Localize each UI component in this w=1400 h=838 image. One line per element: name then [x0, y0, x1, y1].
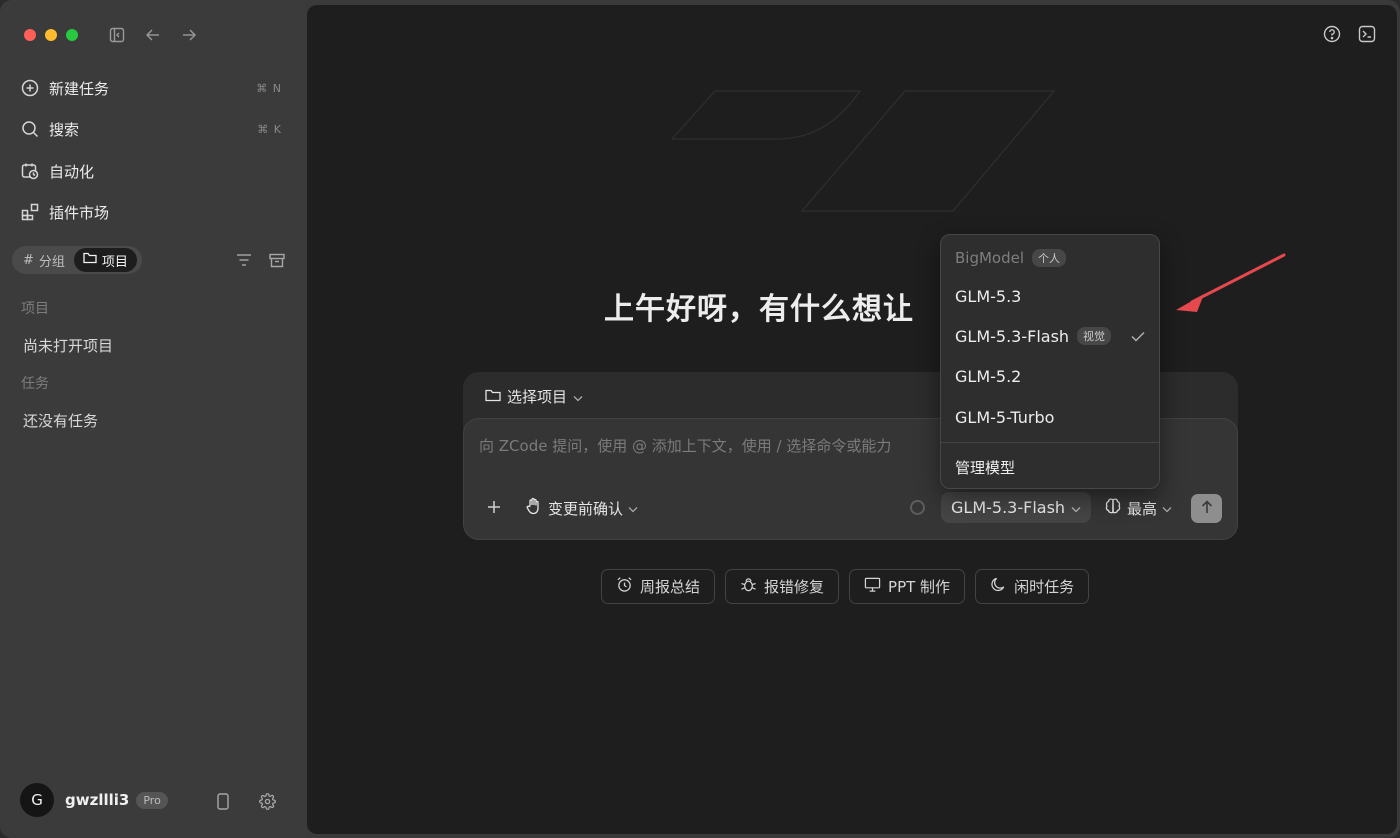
quick-action-weekly-report[interactable]: 周报总结	[601, 569, 716, 604]
tasks-empty-text: 还没有任务	[23, 412, 99, 430]
quick-action-idle-task[interactable]: 闲时任务	[975, 569, 1090, 604]
chevron-down-icon	[628, 499, 638, 517]
model-option[interactable]: GLM-5.2	[955, 362, 1147, 390]
new-task-button[interactable]: 新建任务 ⌘ N	[20, 72, 286, 104]
manage-models-button[interactable]: 管理模型	[955, 453, 1147, 481]
model-option-selected[interactable]: GLM-5.3-Flash 视觉	[955, 322, 1147, 350]
folder-icon	[485, 388, 501, 406]
chip-label: 周报总结	[640, 578, 701, 596]
zoom-window-button[interactable]	[66, 29, 78, 41]
grid-plus-icon	[20, 202, 40, 222]
hand-icon	[525, 497, 543, 519]
model-option-label: GLM-5.3-Flash	[955, 326, 1070, 346]
model-selector-label: GLM-5.3-Flash	[951, 498, 1066, 517]
context-usage-ring[interactable]	[910, 500, 925, 515]
segment-label: 项目	[101, 254, 128, 270]
model-option[interactable]: GLM-5.3	[955, 282, 1147, 310]
folder-icon	[83, 252, 97, 268]
help-icon[interactable]	[1321, 23, 1343, 45]
confirm-mode-label: 变更前确认	[548, 499, 624, 518]
chip-label: PPT 制作	[888, 578, 951, 596]
user-profile[interactable]: G gwzllli3 Pro	[20, 783, 168, 817]
reasoning-level-label: 最高	[1127, 499, 1158, 518]
chip-label: 闲时任务	[1014, 578, 1075, 596]
zcode-logo-watermark	[670, 90, 1056, 212]
username: gwzllli3	[65, 791, 130, 809]
manage-models-label: 管理模型	[955, 458, 1016, 477]
calendar-clock-icon	[20, 161, 40, 181]
model-dropdown: BigModel 个人 GLM-5.3 GLM-5.3-Flash 视觉 GLM…	[940, 234, 1160, 489]
project-selector-label: 选择项目	[507, 388, 568, 406]
checkmark-icon	[1131, 327, 1145, 346]
avatar: G	[20, 783, 54, 817]
back-arrow-icon[interactable]	[142, 24, 164, 46]
brain-icon	[1104, 497, 1122, 519]
projects-section-title: 项目	[21, 301, 49, 317]
app-window: 新建任务 ⌘ N 搜索 ⌘ K 自动化 插件市场 # 分组 项目 项目 尚未打开…	[0, 0, 1400, 838]
vision-tag: 视觉	[1077, 327, 1112, 345]
archive-icon[interactable]	[267, 250, 287, 270]
moon-icon	[990, 576, 1007, 597]
search-button[interactable]: 搜索 ⌘ K	[20, 113, 286, 145]
add-attachment-icon[interactable]	[484, 497, 504, 517]
annotation-arrow	[1176, 253, 1286, 312]
mobile-device-icon[interactable]	[213, 791, 233, 811]
arrow-up-icon	[1200, 499, 1214, 518]
reasoning-level-selector[interactable]: 最高	[1104, 497, 1172, 519]
segment-label: 分组	[38, 254, 65, 270]
nav-label: 自动化	[49, 162, 95, 181]
model-option-label: GLM-5-Turbo	[955, 407, 1055, 427]
hash-icon: #	[23, 252, 34, 268]
prompt-placeholder[interactable]: 向 ZCode 提问，使用 @ 添加上下文，使用 / 选择命令或能力	[479, 435, 891, 456]
projects-empty-text: 尚未打开项目	[23, 337, 114, 355]
main-panel: 上午好呀，有什么想让 选择项目 向 ZCode 提问，使用 @ 添加上下文，使用…	[307, 5, 1397, 834]
provider-name: BigModel	[955, 249, 1025, 267]
search-icon	[20, 119, 40, 139]
quick-action-bug-fix[interactable]: 报错修复	[725, 569, 840, 604]
segment-groups[interactable]: # 分组	[14, 248, 74, 272]
view-segmented-control: # 分组 项目	[12, 246, 142, 274]
filter-icon[interactable]	[234, 250, 254, 270]
nav-label: 插件市场	[49, 203, 110, 222]
alarm-clock-icon	[616, 576, 633, 597]
presentation-icon	[864, 576, 881, 597]
nav-label: 搜索	[49, 120, 80, 139]
tasks-section-title: 任务	[21, 376, 49, 392]
model-option[interactable]: GLM-5-Turbo	[955, 403, 1147, 431]
shortcut-hint: ⌘ K	[257, 122, 282, 136]
divider	[941, 442, 1159, 443]
close-window-button[interactable]	[24, 29, 36, 41]
forward-arrow-icon[interactable]	[178, 24, 200, 46]
model-option-label: GLM-5.3	[955, 286, 1022, 306]
gear-icon[interactable]	[257, 791, 277, 811]
provider-header: BigModel 个人	[955, 249, 1067, 267]
quick-actions: 周报总结 报错修复 PPT 制作 闲时任务	[601, 569, 1090, 604]
plus-circle-icon	[20, 78, 40, 98]
model-option-label: GLM-5.2	[955, 366, 1022, 386]
nav-label: 新建任务	[49, 79, 110, 98]
sidebar-toggle-icon[interactable]	[106, 24, 128, 46]
project-selector[interactable]: 选择项目	[485, 386, 583, 407]
chevron-down-icon	[1162, 499, 1172, 517]
segment-projects[interactable]: 项目	[73, 248, 137, 272]
terminal-icon[interactable]	[1356, 23, 1378, 45]
provider-tag: 个人	[1032, 249, 1067, 267]
chevron-down-icon	[573, 388, 583, 406]
chevron-down-icon	[1071, 498, 1081, 517]
shortcut-hint: ⌘ N	[256, 81, 282, 95]
confirm-mode-selector[interactable]: 变更前确认	[525, 497, 638, 519]
plan-badge: Pro	[136, 791, 168, 809]
bug-icon	[740, 576, 757, 597]
chip-label: 报错修复	[764, 578, 825, 596]
sidebar: 新建任务 ⌘ N 搜索 ⌘ K 自动化 插件市场 # 分组 项目 项目 尚未打开…	[0, 0, 306, 838]
quick-action-ppt[interactable]: PPT 制作	[849, 569, 966, 604]
model-selector[interactable]: GLM-5.3-Flash	[941, 492, 1091, 523]
minimize-window-button[interactable]	[45, 29, 57, 41]
automation-button[interactable]: 自动化	[20, 155, 286, 187]
greeting-heading: 上午好呀，有什么想让	[604, 292, 914, 327]
send-button[interactable]	[1191, 494, 1222, 523]
plugin-market-button[interactable]: 插件市场	[20, 196, 286, 228]
